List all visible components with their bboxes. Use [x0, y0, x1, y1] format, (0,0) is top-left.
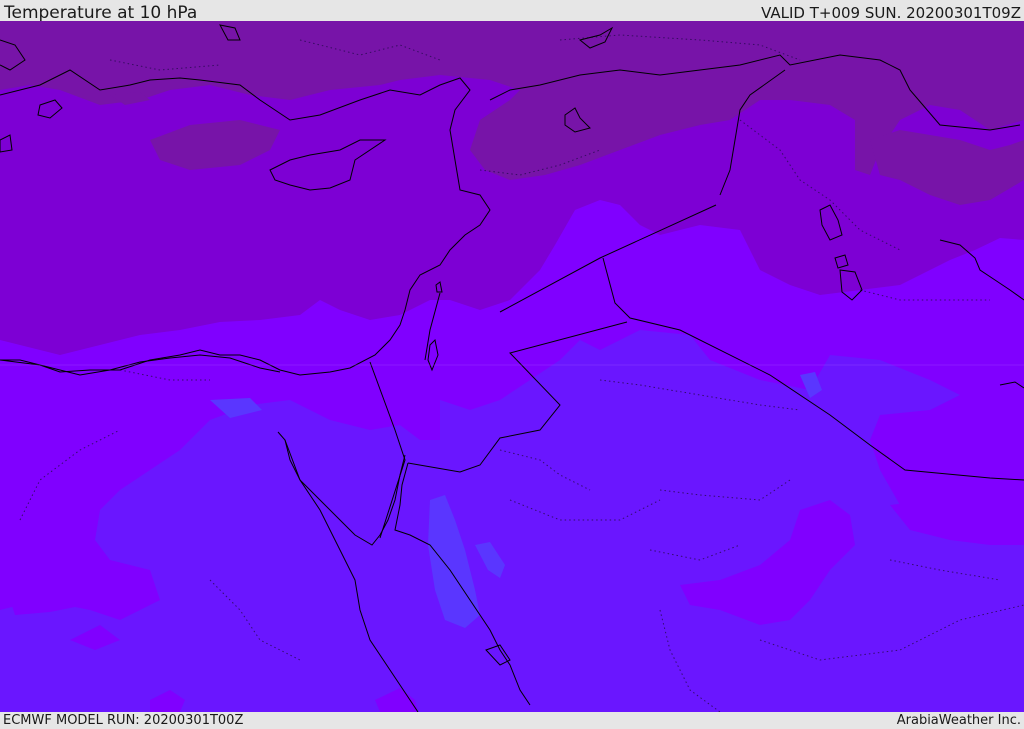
- valid-time-label: VALID T+009 SUN. 20200301T09Z: [761, 4, 1021, 22]
- map-canvas: [0, 21, 1024, 712]
- header-bar: Temperature at 10 hPa VALID T+009 SUN. 2…: [0, 0, 1024, 23]
- map-title: Temperature at 10 hPa: [4, 3, 198, 23]
- footer-bar: ECMWF MODEL RUN: 20200301T00Z ArabiaWeat…: [0, 712, 1024, 729]
- model-run-label: ECMWF MODEL RUN: 20200301T00Z: [3, 713, 244, 728]
- temperature-map[interactable]: [0, 21, 1024, 712]
- credit-label: ArabiaWeather Inc.: [896, 713, 1021, 728]
